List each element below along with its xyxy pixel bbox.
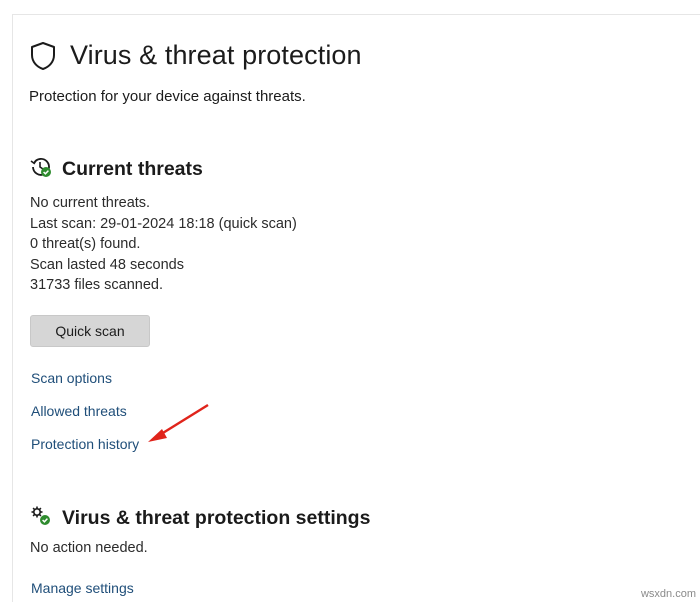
manage-settings-link[interactable]: Manage settings (31, 580, 134, 596)
settings-title: Virus & threat protection settings (62, 507, 371, 529)
settings-header: Virus & threat protection settings (30, 505, 370, 532)
settings-status: No action needed. (30, 540, 148, 556)
watermark: wsxdn.com (640, 588, 696, 600)
gear-settings-icon (30, 505, 52, 532)
